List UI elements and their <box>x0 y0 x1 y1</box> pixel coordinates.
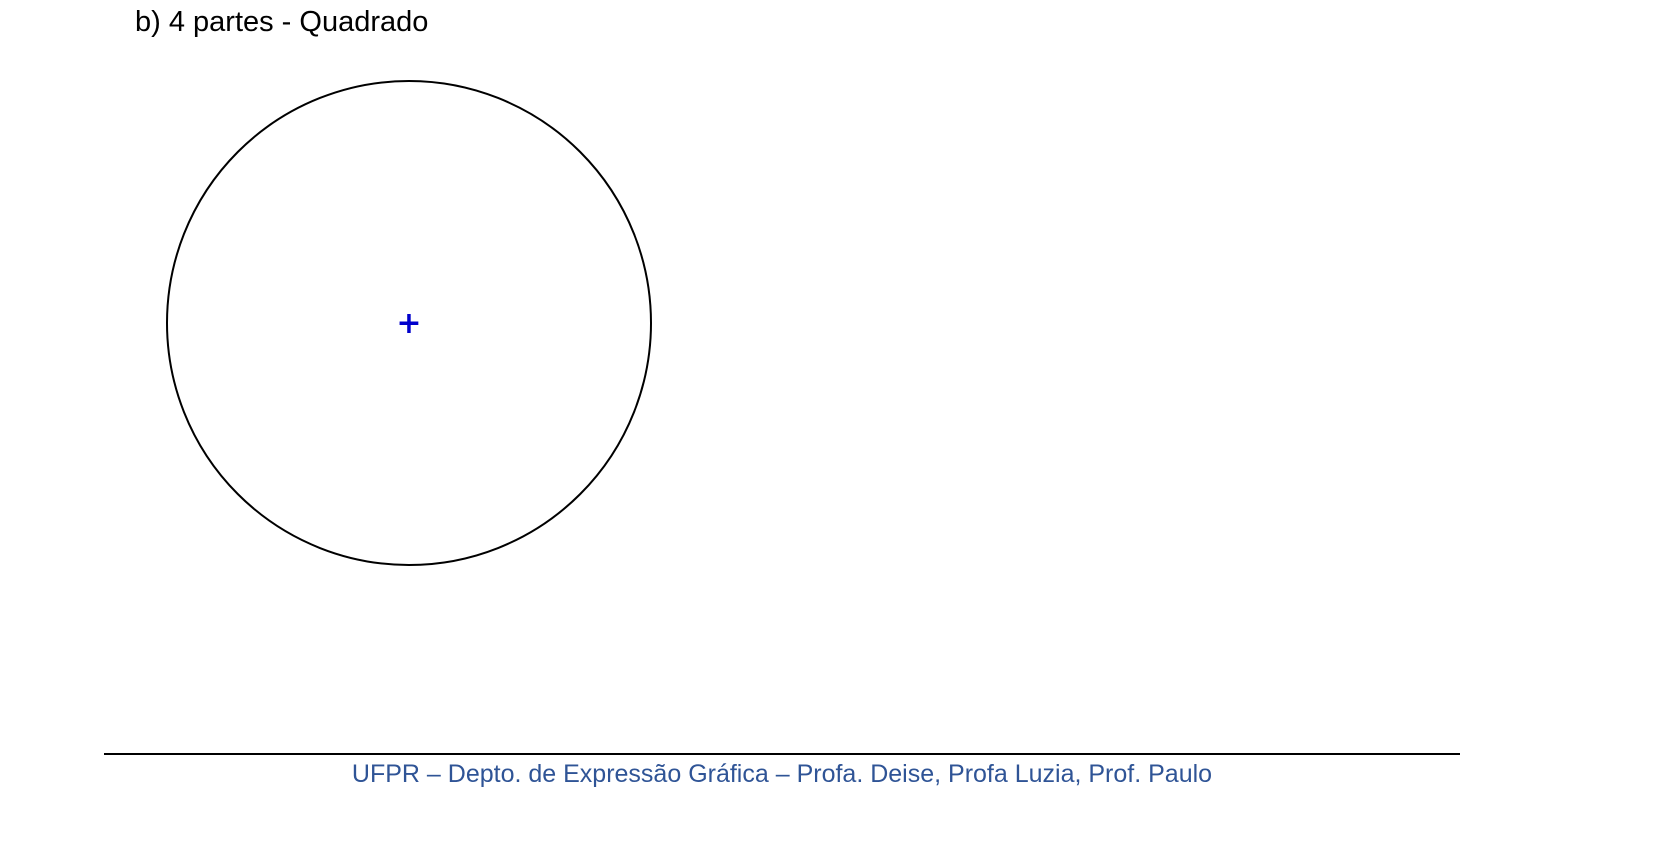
footer-divider <box>104 753 1460 755</box>
center-mark: + <box>396 306 421 341</box>
footer-credits: UFPR – Depto. de Expressão Gráfica – Pro… <box>351 760 1213 788</box>
drawing-canvas: + <box>166 80 652 566</box>
document-page: b) 4 partes - Quadrado + UFPR – Depto. d… <box>0 0 1654 862</box>
